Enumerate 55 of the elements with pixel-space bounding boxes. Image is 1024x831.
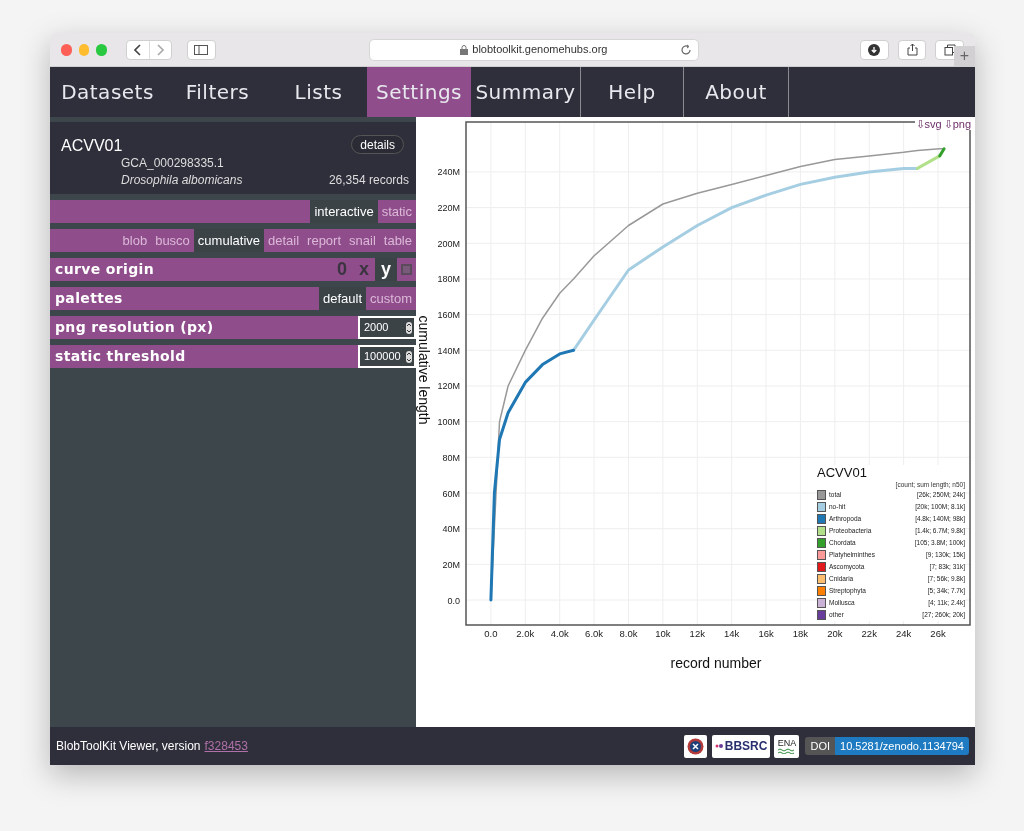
ena-logo[interactable]: ENA — [774, 734, 800, 758]
number-input[interactable]: 100000 — [358, 345, 416, 368]
accession: GCA_000298335.1 — [120, 156, 225, 171]
x-tick-label: 12k — [689, 628, 705, 639]
y-tick-label: 200M — [437, 238, 460, 249]
nav-tab[interactable]: Filters — [165, 67, 270, 117]
x-tick-label: 0.0 — [484, 628, 498, 639]
nav-tab[interactable]: Datasets — [50, 67, 165, 117]
bbsrc-logo[interactable]: BBSRC — [711, 734, 771, 758]
download-link[interactable]: ⇩png — [943, 118, 971, 130]
x-tick-label: 4.0k — [550, 628, 569, 639]
y-tick-label: 220M — [437, 203, 460, 214]
details-button[interactable]: details — [351, 135, 404, 154]
x-tick-label: 16k — [758, 628, 774, 639]
nav-tab[interactable]: Settings — [367, 67, 471, 117]
x-tick-label: 14k — [724, 628, 740, 639]
y-tick-label: 40M — [442, 524, 460, 535]
y-tick-label: 80M — [442, 452, 460, 463]
y-tick-label: 180M — [437, 274, 460, 285]
y-tick-label: 240M — [437, 167, 460, 178]
y-tick-label: 0.0 — [447, 595, 460, 606]
legend-title: ACVV01 — [817, 465, 867, 480]
x-axis-label: record number — [670, 655, 762, 671]
x-tick-label: 24k — [895, 628, 912, 639]
new-tab-button[interactable]: + — [954, 46, 975, 66]
nav-tab[interactable]: Lists — [270, 67, 367, 117]
y-axis-label: cumulative length — [416, 315, 432, 425]
nav-tab[interactable]: Summary — [471, 67, 580, 117]
species-name: Drosophila albomicans — [121, 172, 243, 189]
y-tick-label: 100M — [437, 417, 460, 428]
x-tick-label: 22k — [861, 628, 877, 639]
url-text: blobtoolkit.genomehubs.org — [472, 42, 608, 58]
x-tick-label: 26k — [930, 628, 946, 639]
download-link[interactable]: ⇩svg — [915, 118, 942, 130]
dataset-name: ACVV01 — [61, 136, 123, 156]
setting-label: curve origin — [54, 260, 155, 279]
x-tick-label: 8.0k — [619, 628, 638, 639]
y-tick-label: 160M — [437, 310, 460, 321]
setting-label: png resolution (px) — [54, 318, 215, 337]
setting-label: static threshold — [54, 347, 187, 366]
setting-label: palettes — [54, 289, 124, 308]
x-tick-label: 2.0k — [516, 628, 535, 639]
y-tick-label: 20M — [442, 559, 460, 570]
footer-text: BlobToolKit Viewer, version — [56, 738, 201, 755]
x-tick-label: 10k — [655, 628, 671, 639]
x-tick-label: 20k — [827, 628, 843, 639]
x-tick-label: 6.0k — [585, 628, 604, 639]
y-tick-label: 120M — [437, 381, 460, 392]
y-tick-label: 140M — [437, 345, 460, 356]
version-link[interactable]: f328453 — [204, 737, 248, 755]
address-bar[interactable]: blobtoolkit.genomehubs.org — [368, 38, 700, 61]
record-count: 26,354 records — [328, 172, 409, 189]
number-input[interactable]: 2000 — [358, 316, 416, 339]
y-tick-label: 60M — [442, 488, 460, 499]
x-tick-label: 18k — [792, 628, 809, 639]
